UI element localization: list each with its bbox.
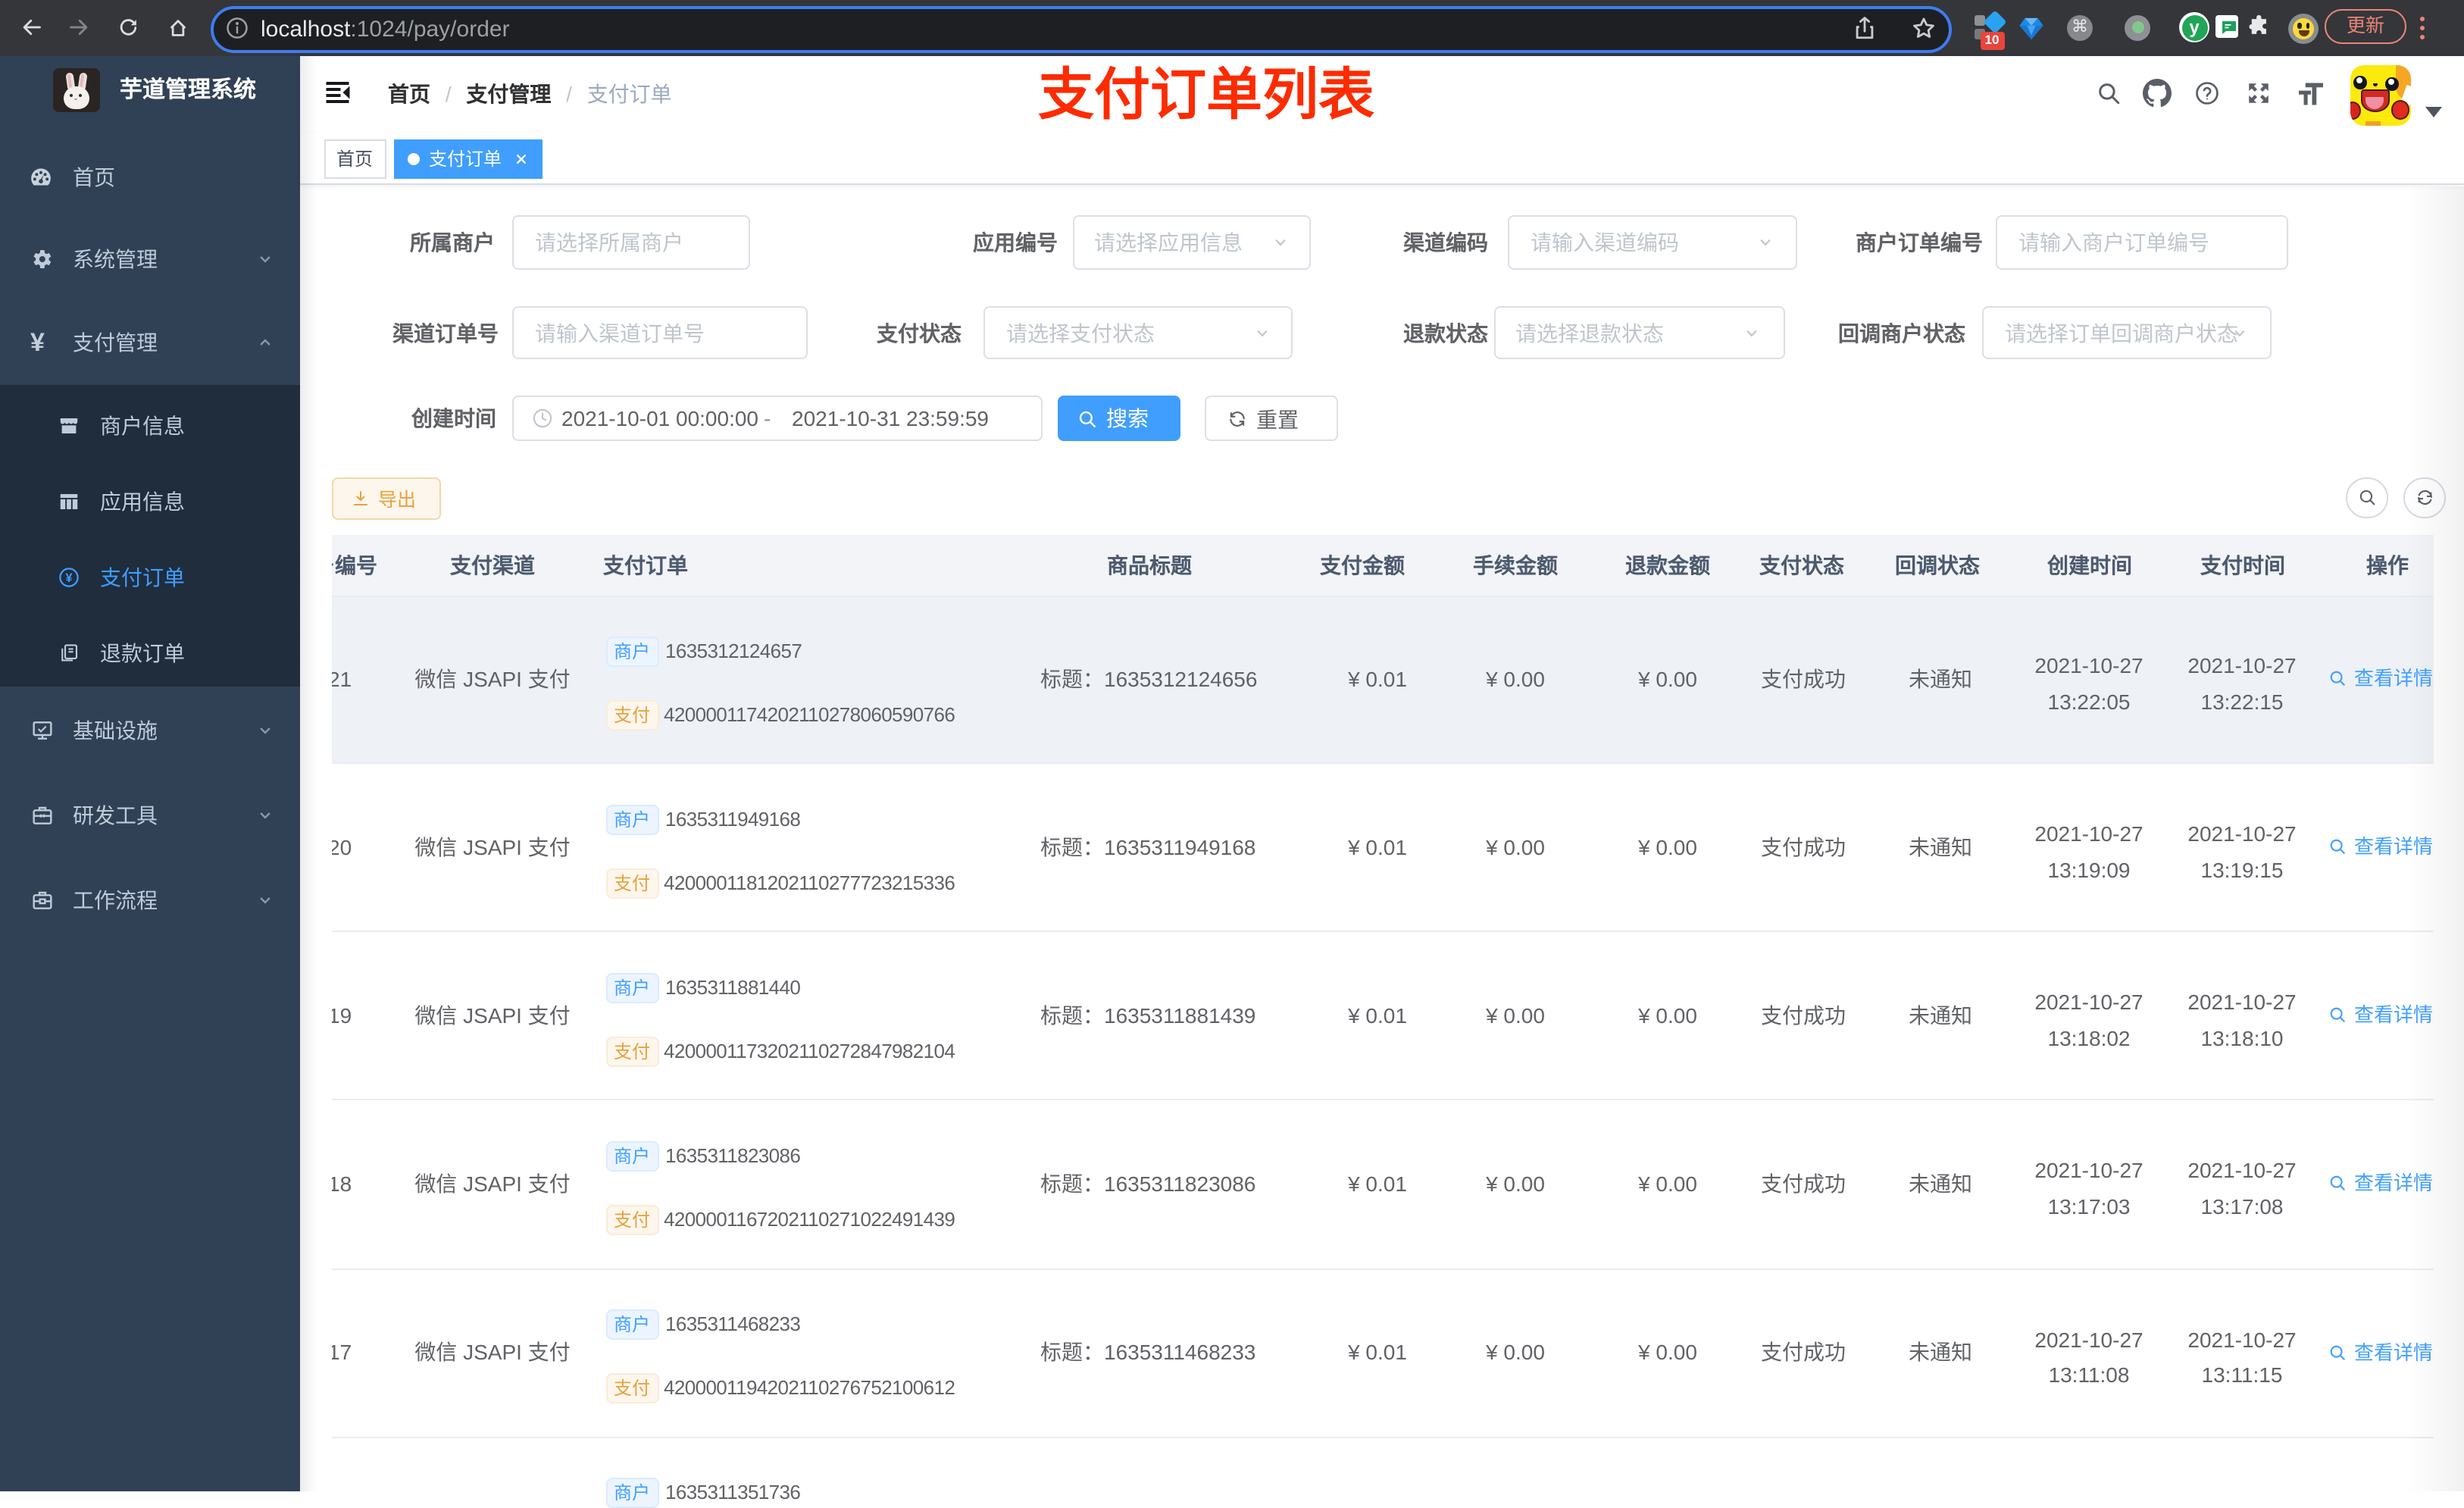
svg-text:¥: ¥ [65, 571, 72, 585]
